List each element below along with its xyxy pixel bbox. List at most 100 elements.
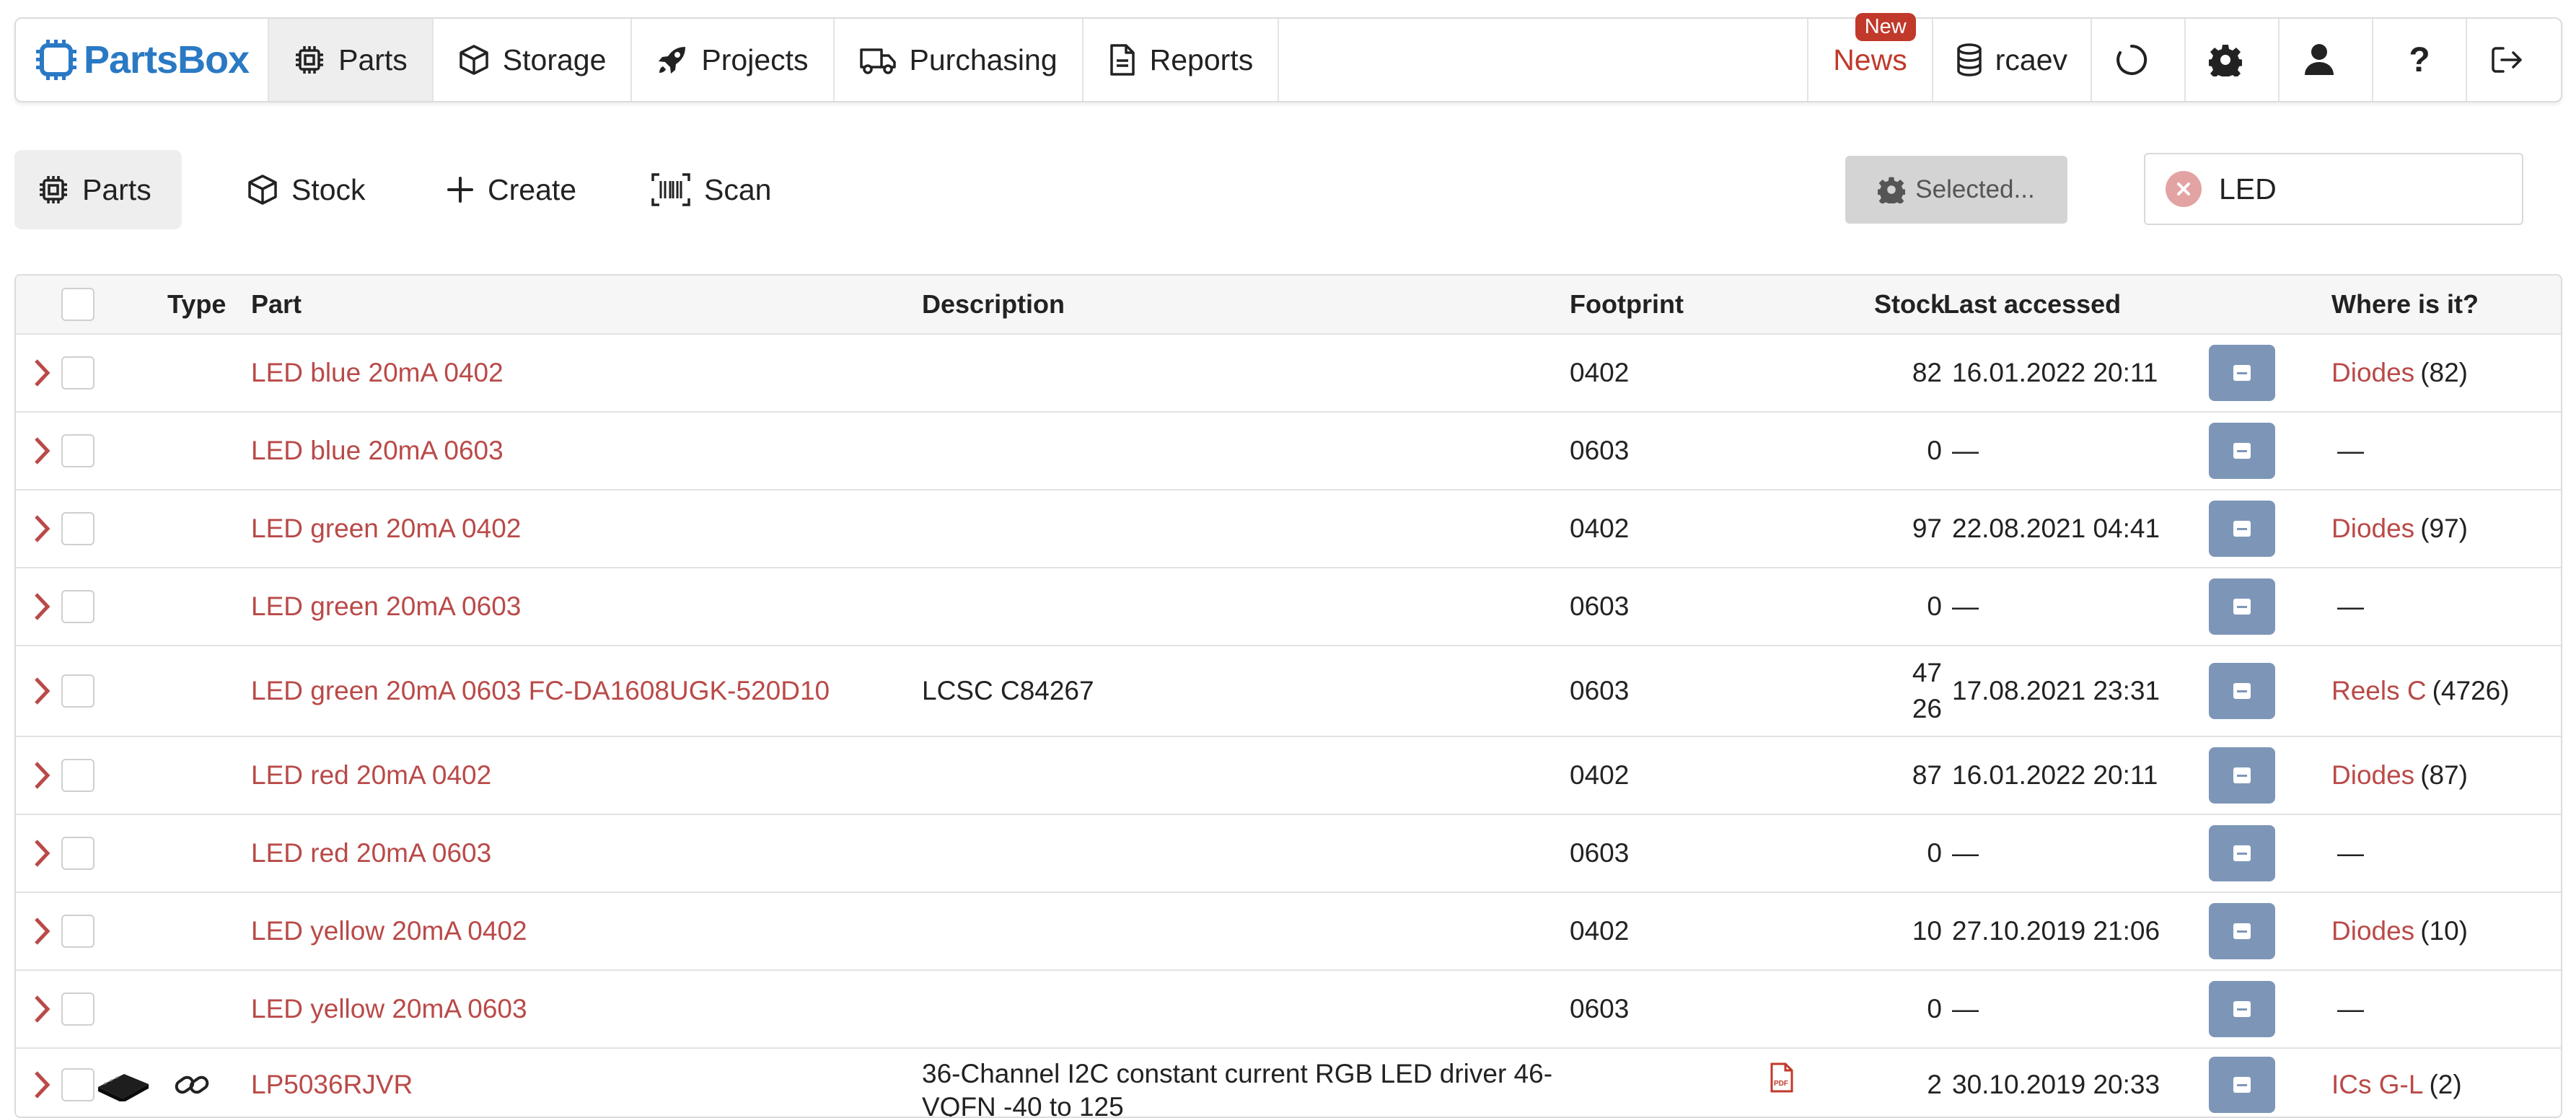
minus-icon bbox=[2233, 767, 2251, 783]
part-stock: 0 bbox=[1927, 591, 1942, 621]
stock-action-button[interactable] bbox=[2209, 981, 2275, 1037]
stock-action-button[interactable] bbox=[2209, 501, 2275, 557]
nav-settings[interactable] bbox=[2186, 19, 2280, 101]
header-where[interactable]: Where is it? bbox=[2331, 276, 2561, 333]
part-name-link[interactable]: LED red 20mA 0402 bbox=[251, 737, 900, 814]
box-icon bbox=[248, 175, 277, 205]
nav-purchasing[interactable]: Purchasing bbox=[835, 19, 1083, 101]
location-link[interactable]: Diodes bbox=[2331, 760, 2414, 791]
row-checkbox[interactable] bbox=[61, 590, 94, 623]
row-checkbox[interactable] bbox=[61, 356, 94, 389]
nav-help[interactable]: ? bbox=[2373, 19, 2467, 101]
barcode-scan-icon bbox=[651, 173, 690, 206]
nav-news[interactable]: News New bbox=[1808, 13, 1933, 101]
row-checkbox[interactable] bbox=[61, 434, 94, 467]
part-name-link[interactable]: LED green 20mA 0603 FC-DA1608UGK-520D10 bbox=[251, 646, 900, 736]
part-last-accessed: — bbox=[1952, 591, 1979, 621]
location-link[interactable]: Diodes bbox=[2331, 916, 2414, 946]
location-link[interactable]: Diodes bbox=[2331, 514, 2414, 544]
row-checkbox[interactable] bbox=[61, 759, 94, 792]
tab-stock[interactable]: Stock bbox=[224, 150, 389, 229]
expand-chevron-icon[interactable] bbox=[25, 490, 61, 567]
create-button[interactable]: Create bbox=[423, 150, 599, 229]
stock-action-button[interactable] bbox=[2209, 345, 2275, 401]
location-link[interactable]: Reels C bbox=[2331, 676, 2427, 706]
header-part[interactable]: Part bbox=[251, 276, 900, 333]
part-name-link[interactable]: LP5036RJVR bbox=[251, 1049, 900, 1117]
location-link[interactable]: Diodes bbox=[2331, 358, 2414, 388]
brand-logo[interactable]: PartsBox bbox=[16, 19, 270, 101]
part-name-link[interactable]: LED blue 20mA 0402 bbox=[251, 335, 900, 411]
nav-logout[interactable] bbox=[2467, 19, 2561, 101]
location-link[interactable]: ICs G-L bbox=[2331, 1070, 2423, 1100]
select-all-checkbox[interactable] bbox=[61, 288, 94, 321]
stock-action-button[interactable] bbox=[2209, 747, 2275, 804]
stock-action-button[interactable] bbox=[2209, 578, 2275, 635]
part-name-link[interactable]: LED yellow 20mA 0402 bbox=[251, 893, 900, 969]
nav-reports[interactable]: Reports bbox=[1083, 19, 1280, 101]
datasheet-pdf-icon[interactable]: PDF bbox=[1760, 1049, 1803, 1106]
stock-action-button[interactable] bbox=[2209, 663, 2275, 719]
svg-text:PDF: PDF bbox=[1774, 1080, 1788, 1088]
nav-user[interactable] bbox=[2280, 19, 2373, 101]
row-checkbox[interactable] bbox=[61, 837, 94, 870]
table-row[interactable]: LED red 20mA 0402 0402 87 16.01.2022 20:… bbox=[16, 737, 2561, 815]
expand-chevron-icon[interactable] bbox=[25, 646, 61, 736]
table-row[interactable]: LED blue 20mA 0603 0603 0 — — bbox=[16, 413, 2561, 490]
part-name-link[interactable]: LED red 20mA 0603 bbox=[251, 815, 900, 892]
nav-parts[interactable]: Parts bbox=[269, 19, 434, 101]
expand-chevron-icon[interactable] bbox=[25, 893, 61, 969]
part-name-link[interactable]: LED green 20mA 0402 bbox=[251, 490, 900, 567]
row-checkbox[interactable] bbox=[61, 915, 94, 948]
table-row[interactable]: LED green 20mA 0603 FC-DA1608UGK-520D10 … bbox=[16, 646, 2561, 737]
table-row[interactable]: LED blue 20mA 0402 0402 82 16.01.2022 20… bbox=[16, 335, 2561, 413]
part-stock: 97 bbox=[1912, 514, 1942, 543]
table-row[interactable]: LED yellow 20mA 0603 0603 0 — — bbox=[16, 971, 2561, 1049]
table-row[interactable]: LED yellow 20mA 0402 0402 10 27.10.2019 … bbox=[16, 893, 2561, 971]
header-description[interactable]: Description bbox=[922, 276, 1557, 333]
expand-chevron-icon[interactable] bbox=[25, 971, 61, 1047]
nav-projects-label: Projects bbox=[701, 43, 809, 76]
row-checkbox[interactable] bbox=[61, 1068, 94, 1101]
table-row[interactable]: LP5036RJVR 36-Channel I2C constant curre… bbox=[16, 1049, 2561, 1117]
nav-sync[interactable] bbox=[2092, 19, 2186, 101]
nav-database[interactable]: rcaev bbox=[1933, 19, 2092, 101]
stock-action-button[interactable] bbox=[2209, 903, 2275, 959]
header-type[interactable]: Type bbox=[167, 276, 254, 333]
expand-chevron-icon[interactable] bbox=[25, 815, 61, 892]
expand-chevron-icon[interactable] bbox=[25, 737, 61, 814]
tab-parts[interactable]: Parts bbox=[14, 150, 182, 229]
part-name-link[interactable]: LED yellow 20mA 0603 bbox=[251, 971, 900, 1047]
search-input[interactable] bbox=[2219, 172, 2493, 206]
scan-button[interactable]: Scan bbox=[628, 150, 794, 229]
logout-icon bbox=[2492, 47, 2522, 73]
part-stock: 0 bbox=[1927, 436, 1942, 465]
expand-chevron-icon[interactable] bbox=[25, 335, 61, 411]
selected-actions-button[interactable]: Selected... bbox=[1845, 156, 2067, 224]
nav-storage[interactable]: Storage bbox=[434, 19, 633, 101]
gear-icon bbox=[1878, 177, 1906, 203]
stock-action-button[interactable] bbox=[2209, 825, 2275, 881]
table-row[interactable]: LED green 20mA 0603 0603 0 — — bbox=[16, 568, 2561, 646]
nav-purchasing-label: Purchasing bbox=[909, 43, 1058, 76]
nav-projects[interactable]: Projects bbox=[632, 19, 835, 101]
row-checkbox[interactable] bbox=[61, 512, 94, 545]
header-last-accessed[interactable]: Last accessed bbox=[1943, 276, 2189, 333]
location-count: (82) bbox=[2420, 358, 2468, 387]
clear-search-icon[interactable] bbox=[2166, 171, 2202, 207]
table-row[interactable]: LED red 20mA 0603 0603 0 — — bbox=[16, 815, 2561, 893]
expand-chevron-icon[interactable] bbox=[25, 413, 61, 489]
expand-chevron-icon[interactable] bbox=[25, 1049, 61, 1117]
part-name-link[interactable]: LED green 20mA 0603 bbox=[251, 568, 900, 645]
part-name-link[interactable]: LED blue 20mA 0603 bbox=[251, 413, 900, 489]
row-checkbox[interactable] bbox=[61, 674, 94, 708]
header-footprint[interactable]: Footprint bbox=[1570, 276, 1786, 333]
row-checkbox-cell bbox=[56, 413, 100, 489]
part-location: Diodes (82) bbox=[2331, 335, 2561, 411]
row-checkbox[interactable] bbox=[61, 992, 94, 1026]
stock-action-button[interactable] bbox=[2209, 423, 2275, 479]
expand-chevron-icon[interactable] bbox=[25, 568, 61, 645]
table-row[interactable]: LED green 20mA 0402 0402 97 22.08.2021 0… bbox=[16, 490, 2561, 568]
stock-action-button[interactable] bbox=[2209, 1057, 2275, 1113]
part-location: ICs G-L (2) bbox=[2331, 1049, 2561, 1117]
